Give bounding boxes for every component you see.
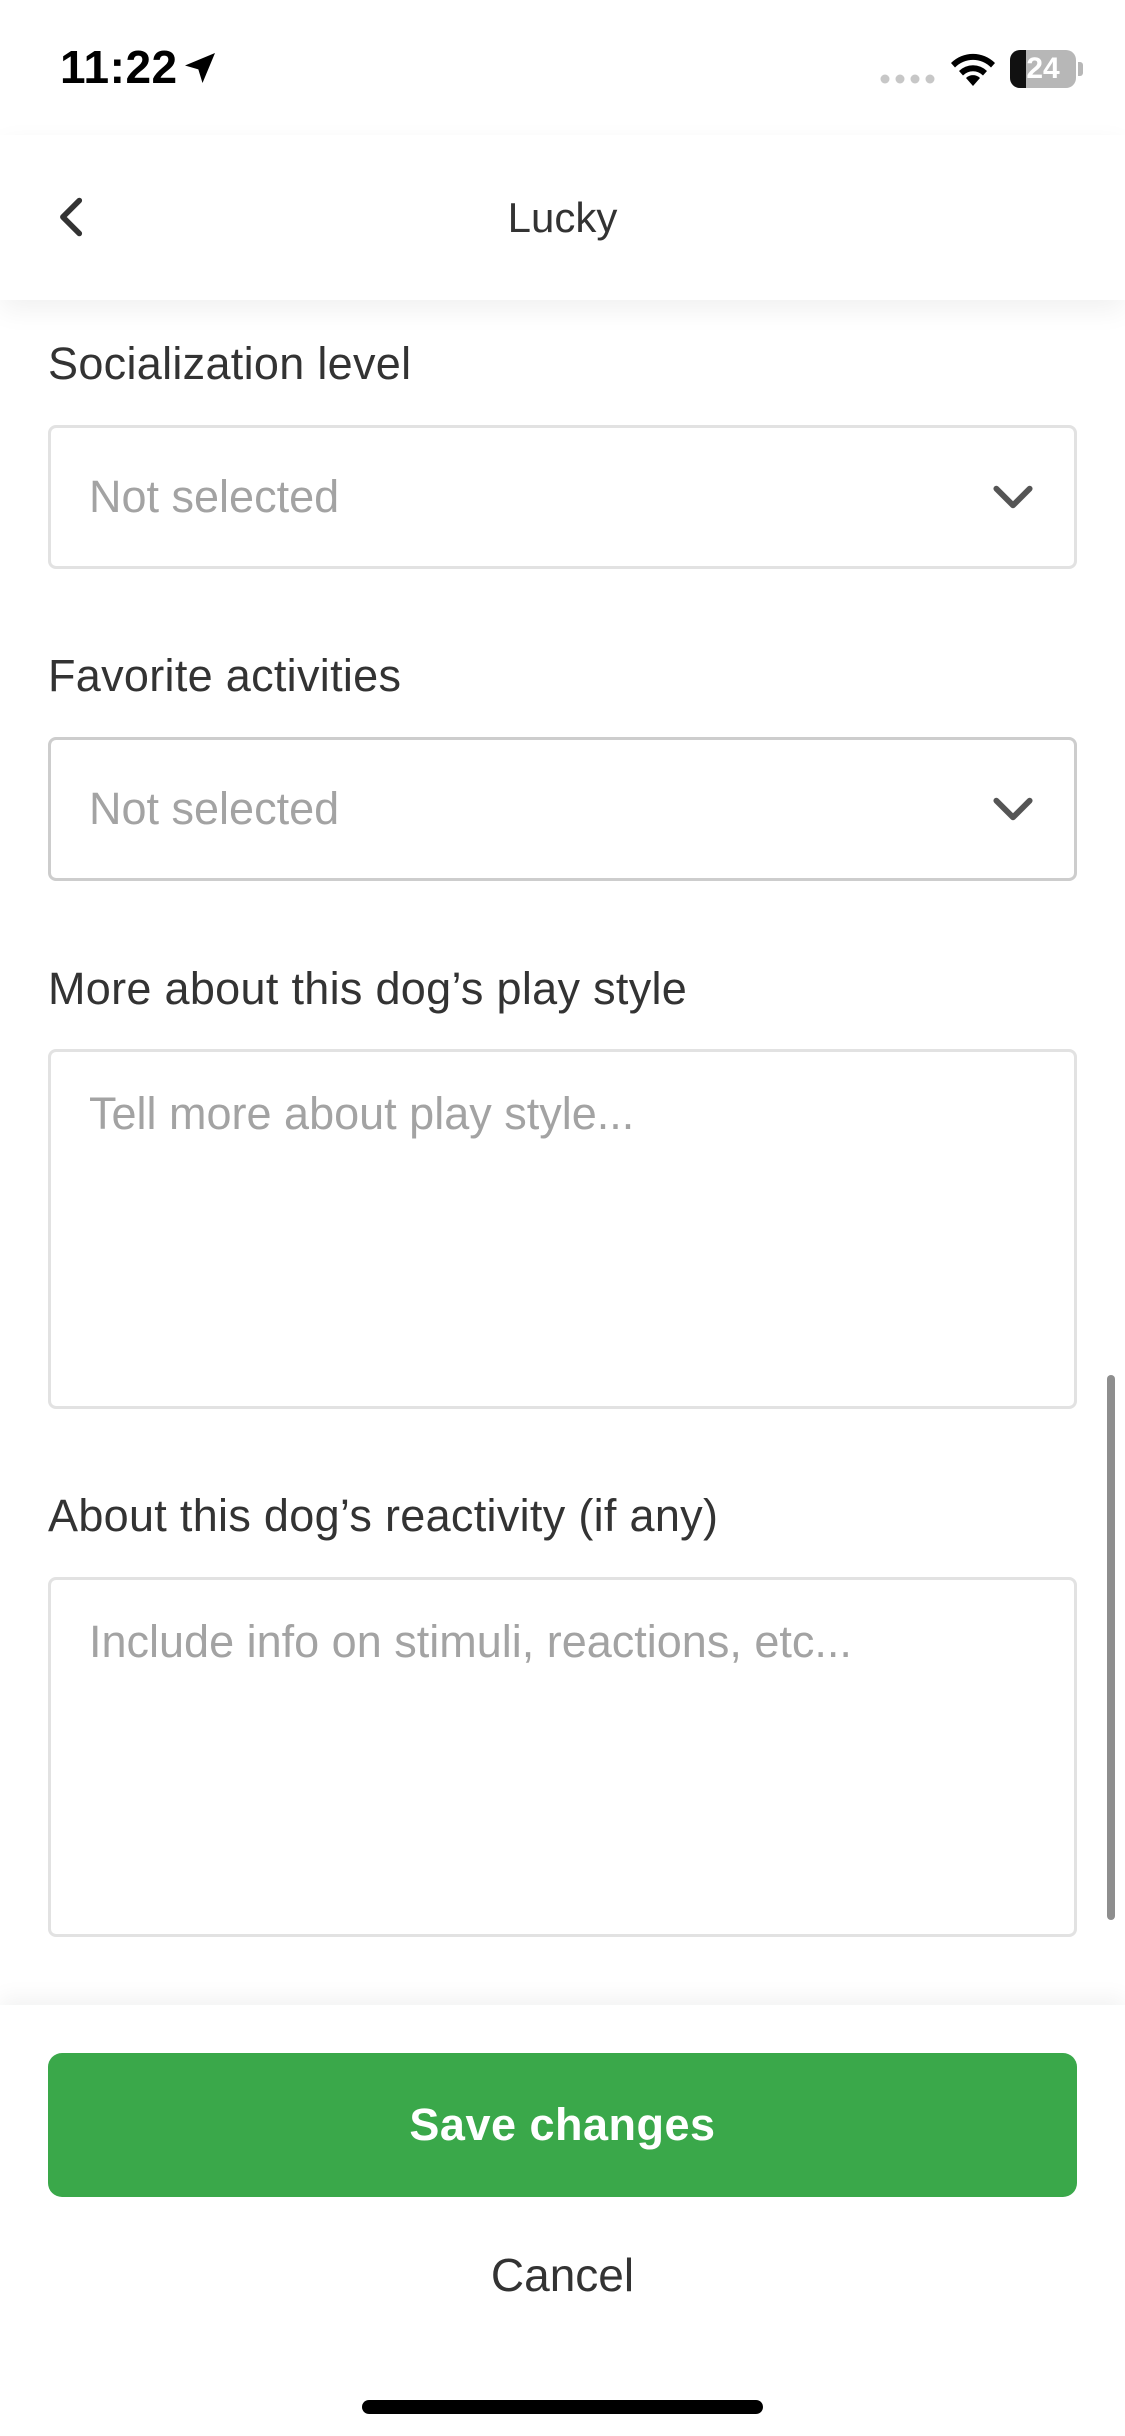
location-arrow-icon xyxy=(185,53,215,83)
status-bar: 11:22 24 xyxy=(0,0,1125,135)
battery-cap xyxy=(1078,62,1083,76)
screen: 11:22 24 Lucky Socialization level Not s… xyxy=(0,0,1125,2436)
battery-body: 24 xyxy=(1010,50,1076,88)
socialization-value: Not selected xyxy=(89,471,340,522)
activities-select[interactable]: Not selected xyxy=(48,737,1077,881)
chevron-down-icon xyxy=(993,797,1033,821)
activities-label: Favorite activities xyxy=(48,650,402,701)
reactivity-label: About this dog’s reactivity (if any) xyxy=(48,1490,719,1541)
play-style-textarea[interactable]: Tell more about play style... xyxy=(48,1049,1077,1409)
play-style-label: More about this dog’s play style xyxy=(48,963,688,1014)
play-style-placeholder: Tell more about play style... xyxy=(89,1088,635,1139)
page-title: Lucky xyxy=(507,194,618,241)
status-time: 11:22 xyxy=(60,41,178,93)
cancel-button[interactable]: Cancel xyxy=(0,2215,1125,2335)
socialization-label: Socialization level xyxy=(48,338,412,389)
battery-level: 24 xyxy=(1026,52,1060,85)
battery-icon: 24 xyxy=(1010,50,1083,88)
scrollbar[interactable] xyxy=(1107,1375,1115,1920)
wifi-icon xyxy=(951,53,995,86)
socialization-select[interactable]: Not selected xyxy=(48,425,1077,569)
activities-value: Not selected xyxy=(89,783,340,834)
home-indicator[interactable] xyxy=(362,2400,763,2414)
cellular-signal-icon xyxy=(880,74,935,84)
nav-header: Lucky xyxy=(0,135,1125,300)
save-changes-button[interactable]: Save changes xyxy=(48,2053,1077,2197)
back-button[interactable] xyxy=(40,185,104,249)
chevron-left-icon xyxy=(60,197,83,237)
chevron-down-icon xyxy=(993,485,1033,509)
reactivity-placeholder: Include info on stimuli, reactions, etc.… xyxy=(89,1616,852,1667)
action-footer: Save changes Cancel xyxy=(0,2005,1125,2436)
reactivity-textarea[interactable]: Include info on stimuli, reactions, etc.… xyxy=(48,1577,1077,1937)
